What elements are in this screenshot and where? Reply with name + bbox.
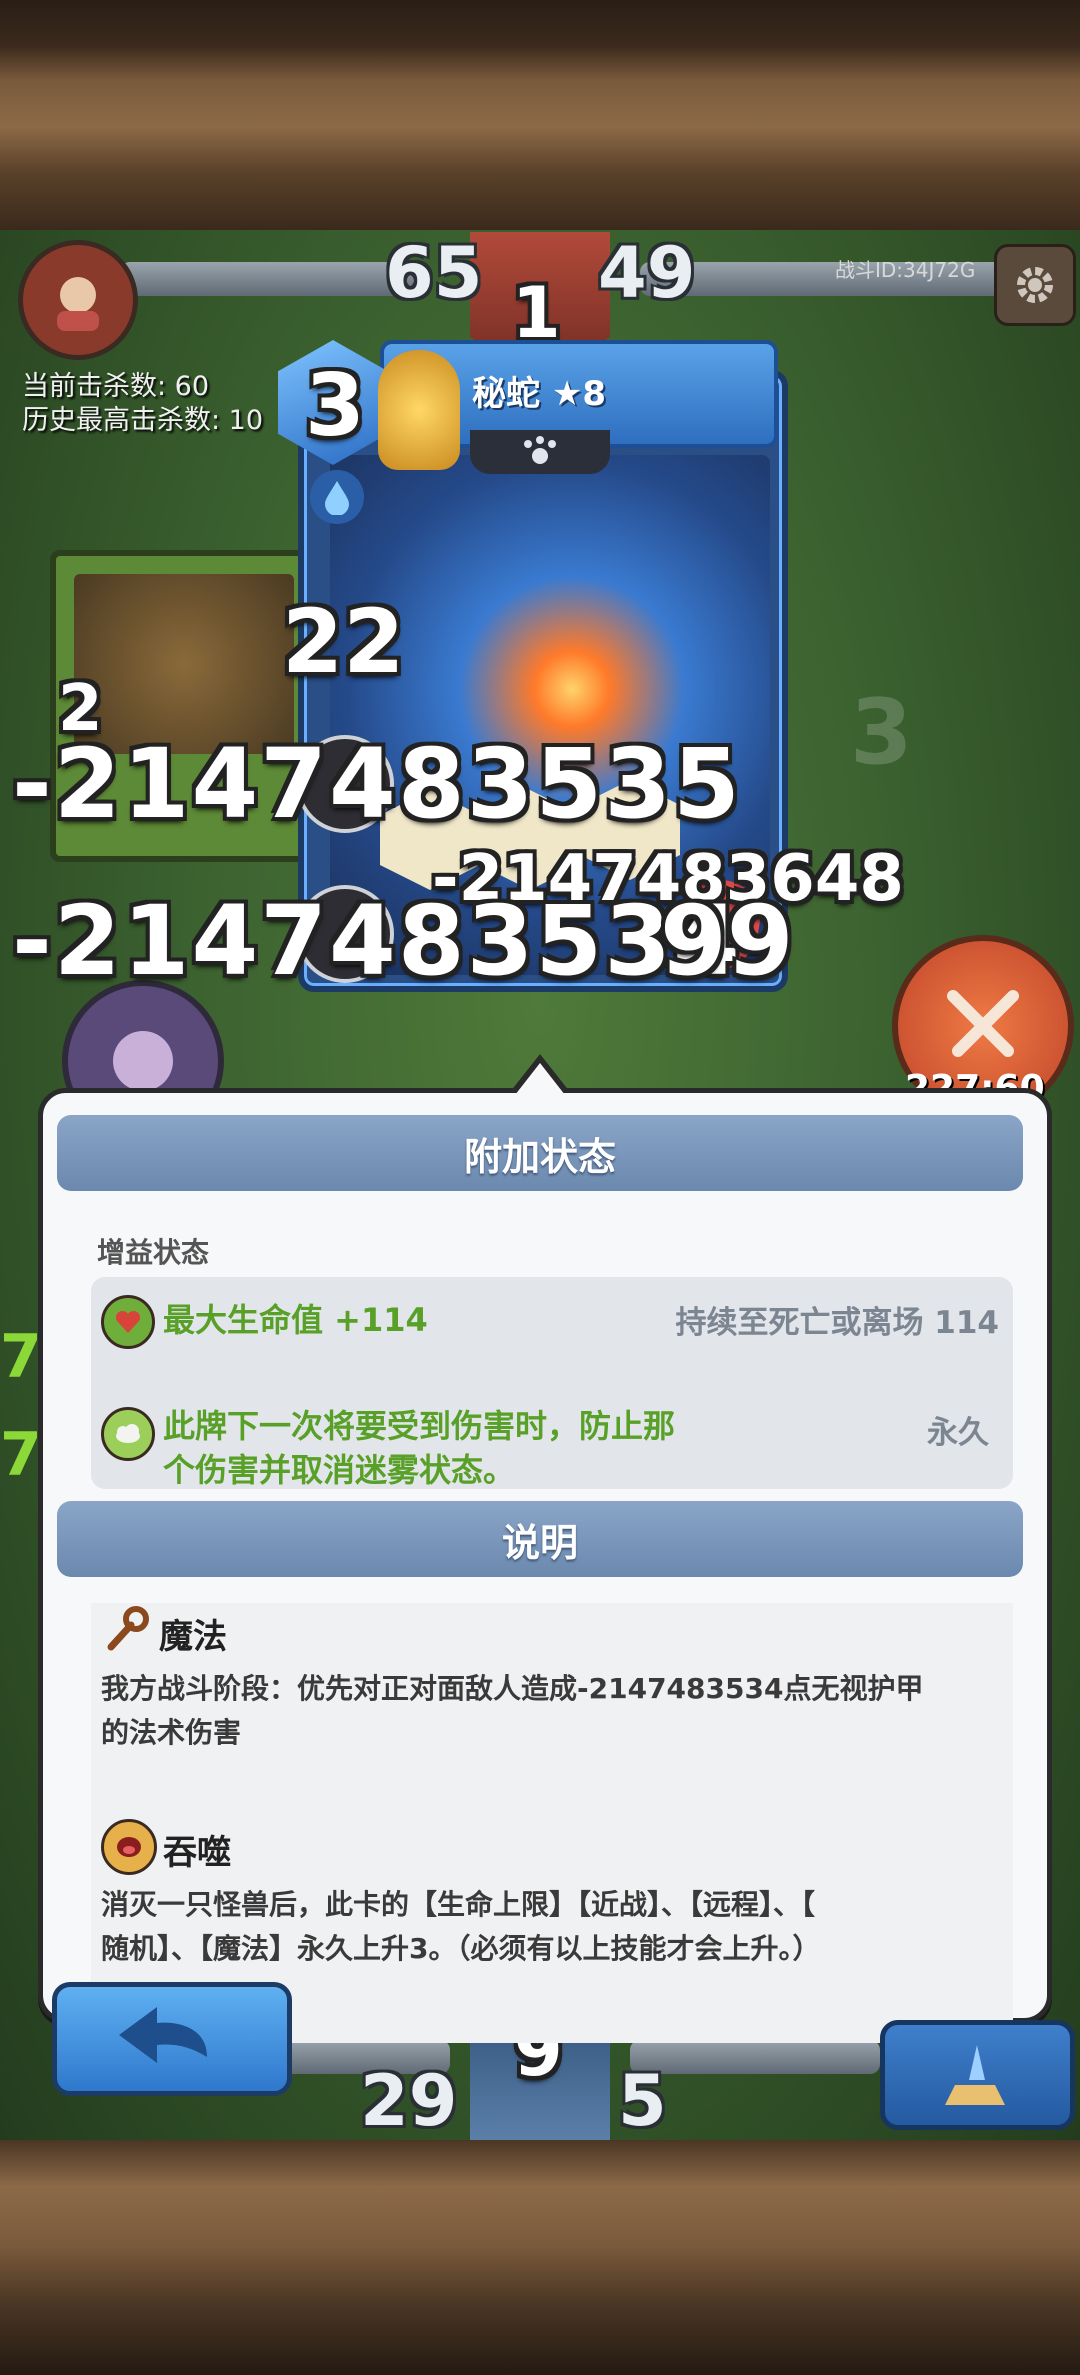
buff-duration: 持续至死亡或离场 114 [675,1305,999,1341]
settings-button[interactable] [994,244,1076,326]
skill-desc-line1: 我方战斗阶段：优先对正对面敌人造成-2147483534点无视护甲 [101,1672,924,1705]
top-wood-frame [0,0,1080,230]
buff-text-line2: 个伤害并取消迷雾状态。 [163,1451,516,1489]
buff-duration: 永久 [927,1415,989,1451]
left-edge-number: 7 [0,1322,42,1392]
gold-fish-ornament [378,350,460,470]
devour-icon [101,1819,157,1875]
card-type-tab [470,430,610,474]
heart-icon [101,1295,155,1349]
player-avatar[interactable] [18,240,138,360]
crossed-swords-icon [947,990,1019,1057]
paw-icon [524,436,556,464]
top-left-score: 65 [385,232,483,314]
card-details-panel: 附加状态 增益状态 最大生命值 +114 持续至死亡或离场 114 此牌下一次将… [38,1088,1052,2043]
battle-id: 战斗ID:34J72G [835,258,976,282]
enemy-card-art [74,574,294,754]
buff-list: 最大生命值 +114 持续至死亡或离场 114 此牌下一次将要受到伤害时，防止那… [91,1277,1013,1489]
buff-text-line1: 此牌下一次将要受到伤害时，防止那 [163,1407,676,1445]
skill-list: 魔法 我方战斗阶段：优先对正对面敌人造成-2147483534点无视护甲 的法术… [91,1603,1013,2043]
card-name: 秘蛇 ★8 [472,374,606,414]
bottom-left-score: 29 [360,2060,458,2142]
back-button[interactable] [52,1982,292,2096]
lane-number: 3 [850,680,913,785]
fog-icon [101,1407,155,1461]
skill-desc-line2: 随机】、【魔法】永久上升3。（必须有以上技能才会上升。） [101,1932,821,1965]
skill-name: 吞噬 [163,1833,231,1873]
panel-pointer-inner [515,1063,565,1095]
gear-icon [1017,267,1053,303]
magic-staff-icon [107,1606,149,1651]
status-header: 附加状态 [57,1115,1023,1191]
skill-desc-line2: 的法术伤害 [101,1716,242,1749]
buff-row: 此牌下一次将要受到伤害时，防止那 个伤害并取消迷雾状态。 永久 [91,1389,1013,1489]
best-kills: 历史最高击杀数: 10 [22,405,264,436]
back-arrow-icon [119,2007,207,2063]
damage-number-4: 99 [660,885,794,997]
skill-entry: 魔法 我方战斗阶段：优先对正对面敌人造成-2147483534点无视护甲 的法术… [101,1603,1001,1783]
avatar-icon [57,277,99,331]
bottom-right-stone-bar [630,2040,880,2074]
water-drop-icon [310,470,364,524]
deck-button[interactable] [880,2020,1075,2130]
buff-subheader: 增益状态 [97,1236,210,1269]
damage-number-1: -2147483535 [12,728,742,840]
skill-desc-line1: 消灭一只怪兽后，此卡的【生命上限】【近战】、【远程】、【 [101,1888,816,1921]
bottom-right-score: 5 [618,2060,667,2142]
damage-number-3: -2147483534 [12,885,742,997]
top-left-stone-bar [120,262,420,296]
card-health: 22 [282,590,405,693]
card-cost: 3 [305,356,365,456]
skill-name: 魔法 [159,1617,227,1657]
bottom-wood-frame [0,2140,1080,2375]
buff-text: 最大生命值 +114 [163,1301,428,1339]
top-right-score: 49 [598,232,696,314]
buff-row: 最大生命值 +114 持续至死亡或离场 114 [91,1277,1013,1357]
left-edge-number-2: 7 [0,1420,42,1490]
description-header: 说明 [57,1501,1023,1577]
deck-icon [945,2045,1005,2105]
